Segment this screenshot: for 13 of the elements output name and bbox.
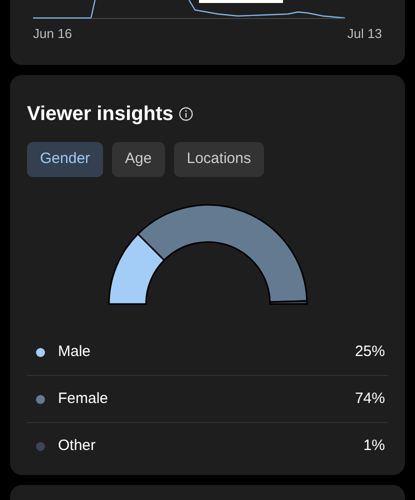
tab[interactable]: Gender <box>27 142 104 177</box>
legend-label: Other <box>58 436 96 456</box>
tab[interactable]: Age <box>112 142 165 177</box>
axis-label: Jun 16 <box>33 25 72 43</box>
tab[interactable]: Locations <box>174 142 264 177</box>
axis-label: Jul 13 <box>347 25 382 43</box>
legend-value: 74% <box>354 388 385 409</box>
section-title: Viewer insights <box>27 102 174 127</box>
legend-value: 1% <box>363 436 385 456</box>
legend-value: 25% <box>354 342 385 362</box>
info-icon[interactable] <box>179 107 194 121</box>
legend-label: Male <box>58 342 91 362</box>
legend-label: Female <box>58 388 108 409</box>
